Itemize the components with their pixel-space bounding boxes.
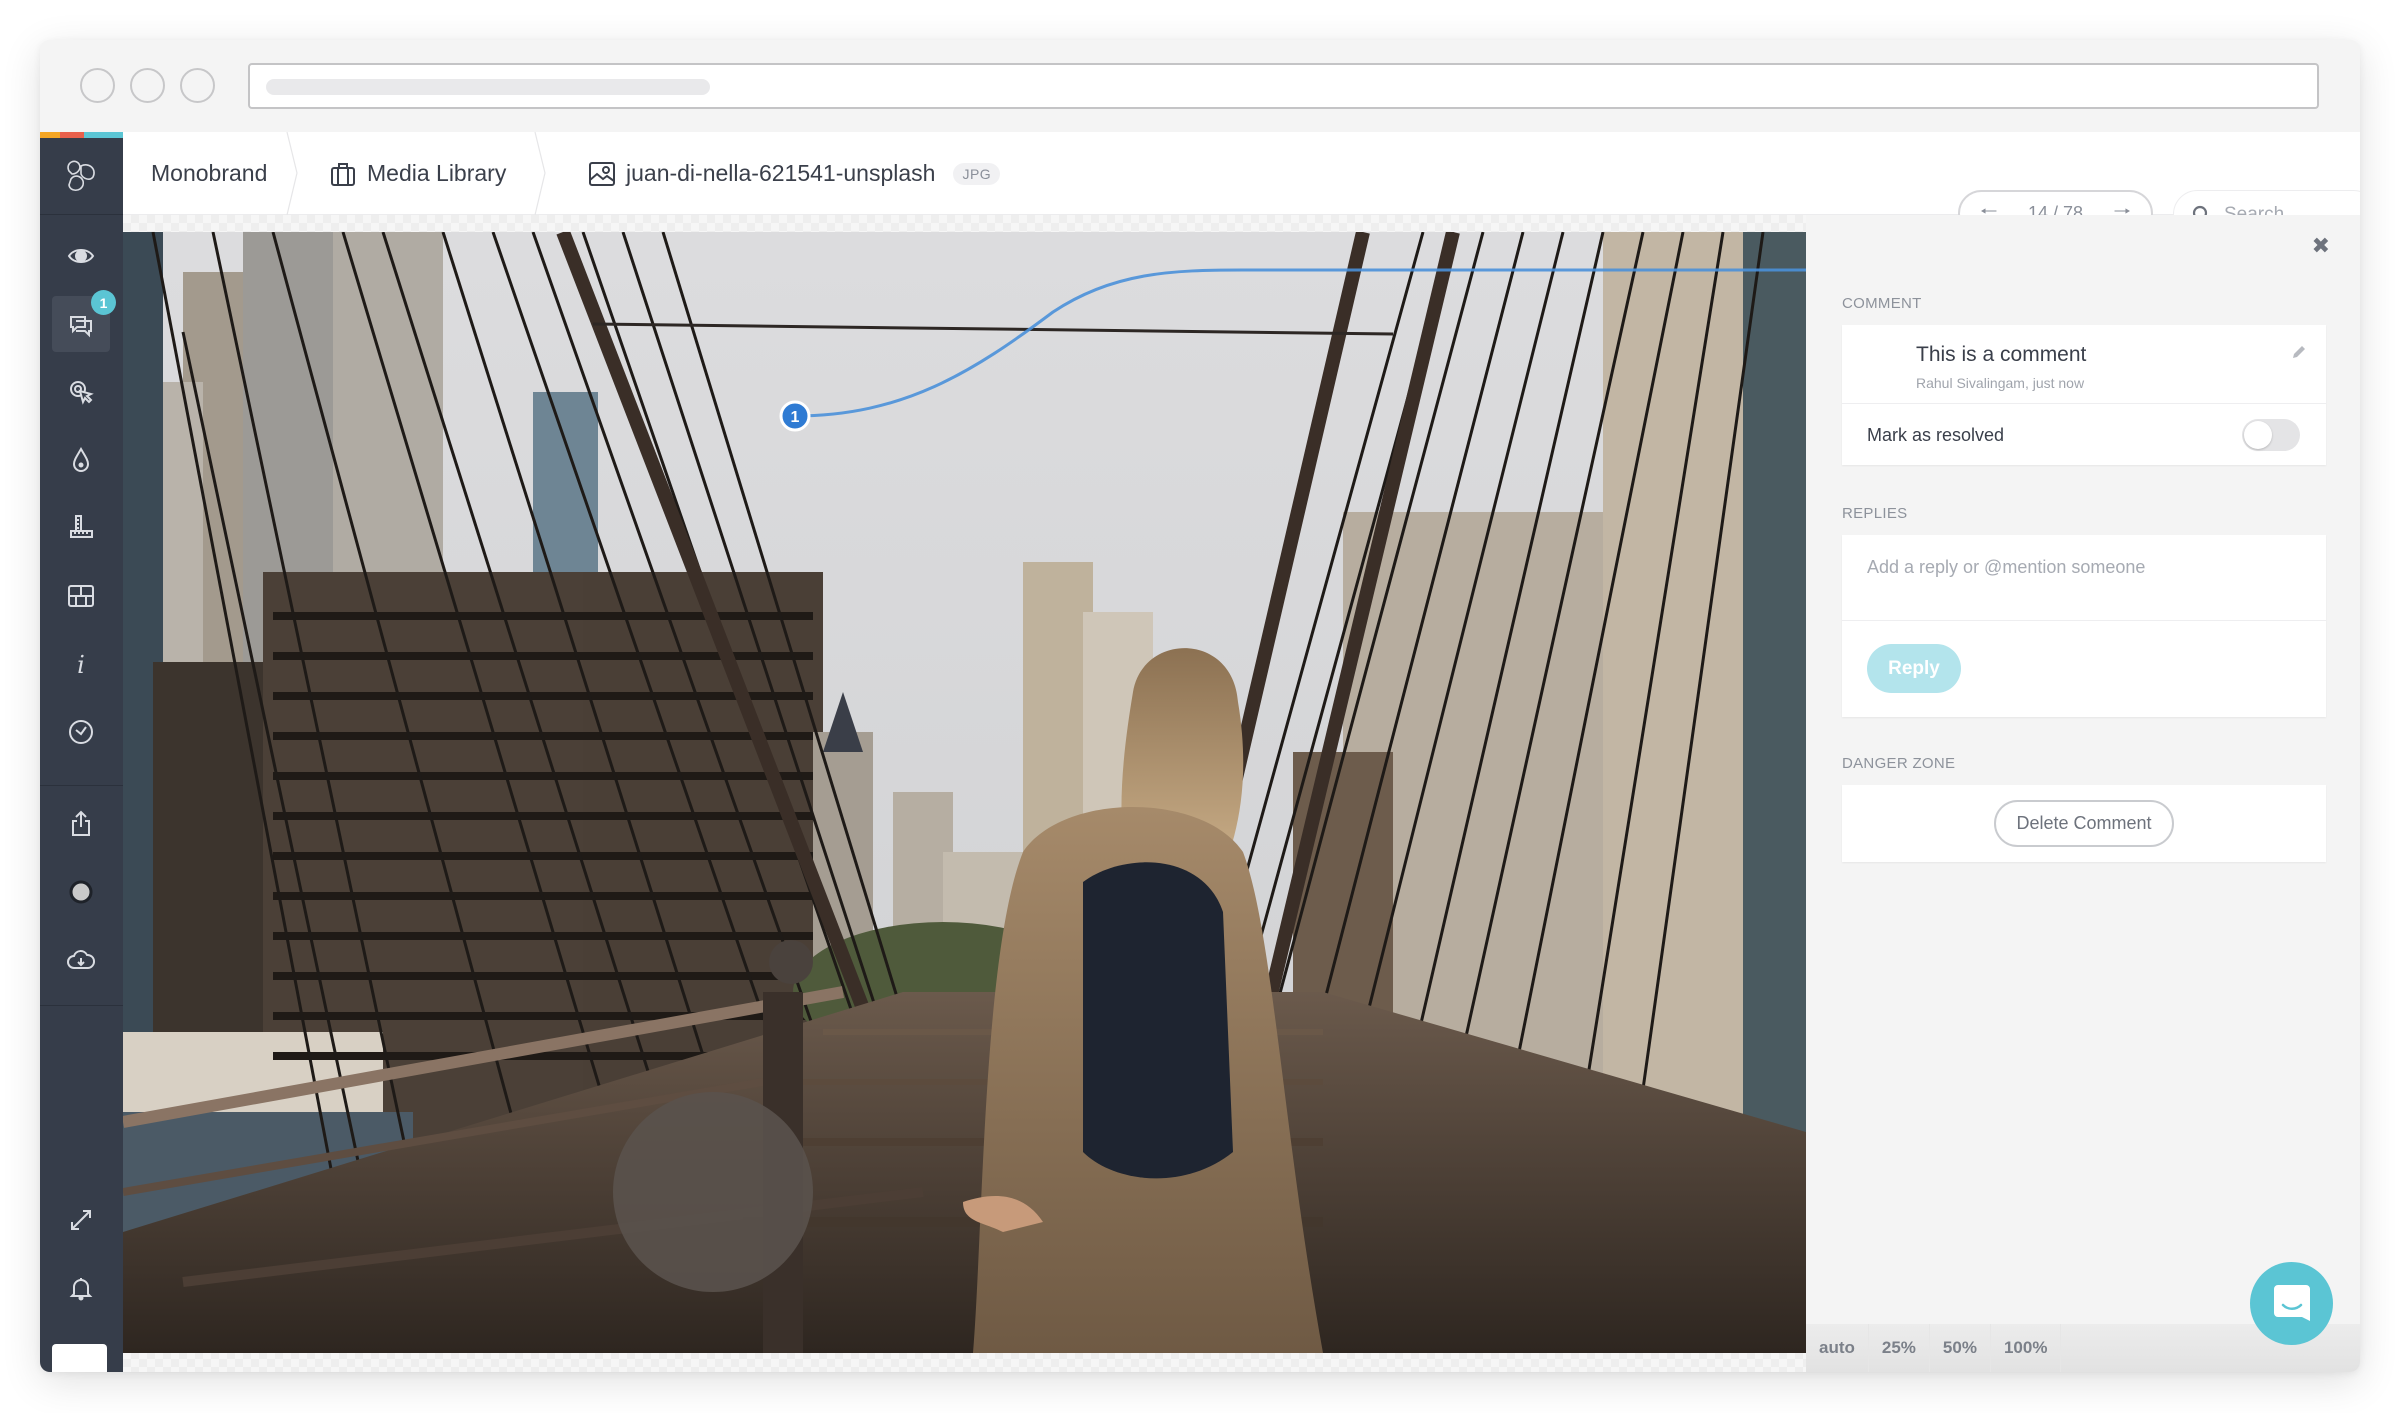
sidebar-item-measure[interactable] [52,500,110,556]
cloud-download-icon [67,950,95,969]
edit-pencil-icon[interactable] [2290,343,2308,361]
ruler-icon [70,515,93,538]
sidebar-item-notifications[interactable] [52,1260,110,1316]
user-avatar[interactable] [52,1344,107,1372]
preview-image[interactable]: 1 [123,232,1806,1353]
comment-card: This is a comment Rahul Sivalingam, just… [1842,325,2326,465]
svg-text:i: i [77,651,85,679]
delete-comment-button[interactable]: Delete Comment [1994,800,2174,847]
window-close-button[interactable] [80,68,115,103]
clock-icon [69,720,93,744]
reply-button[interactable]: Reply [1867,644,1961,693]
comment-meta: Rahul Sivalingam, just now [1916,375,2085,391]
sidebar-item-colors[interactable] [52,432,110,488]
expand-icon [71,1210,91,1230]
window-maximize-button[interactable] [180,68,215,103]
briefcase-icon [331,162,355,186]
window-minimize-button[interactable] [130,68,165,103]
comment-section-label: COMMENT [1842,295,1922,312]
zoom-100[interactable]: 100% [1991,1324,2062,1372]
browser-window: 1 i Monobrand Media Library juan-di-nell… [40,40,2360,1372]
zoom-auto[interactable]: auto [1806,1324,1869,1372]
breadcrumb-separator [534,132,546,215]
sidebar-item-preview[interactable] [52,228,110,284]
sidebar: 1 i [40,132,123,1372]
layout-grid-icon [68,585,94,607]
sidebar-item-comments[interactable]: 1 [52,290,116,352]
browser-chrome [40,40,2360,132]
breadcrumb-monobrand[interactable]: Monobrand [151,132,267,215]
resolve-toggle[interactable] [2242,419,2300,451]
sidebar-item-hotspot[interactable] [52,364,110,420]
info-icon: i [77,651,85,679]
replies-section-label: REPLIES [1842,505,1908,522]
app-logo[interactable] [40,138,123,215]
breadcrumb-label: Media Library [367,160,507,186]
bridge-photo: 1 [123,232,1806,1353]
sidebar-item-record[interactable] [52,864,110,920]
sidebar-item-info[interactable]: i [52,636,110,692]
sidebar-divider [40,1005,123,1006]
comment-text: This is a comment [1916,343,2087,366]
reply-input[interactable] [1842,535,2326,621]
share-icon [72,810,90,836]
comments-icon [70,316,92,338]
top-header: Monobrand Media Library juan-di-nella-62… [123,132,2360,239]
droplet-icon [72,446,90,472]
breadcrumb-separator [286,132,298,215]
chat-icon [2273,1284,2310,1321]
resolve-label: Mark as resolved [1867,425,2005,445]
pointer-target-icon [70,381,94,405]
file-type-badge: JPG [953,162,1001,185]
sidebar-item-fullscreen[interactable] [52,1192,110,1248]
close-panel-button[interactable]: ✖ [2312,233,2330,259]
zoom-50[interactable]: 50% [1930,1324,1991,1372]
address-bar[interactable] [248,63,2319,109]
sidebar-item-share[interactable] [52,796,110,852]
address-placeholder [266,79,710,95]
bell-icon [69,1278,93,1301]
image-icon [589,161,615,186]
sidebar-item-history[interactable] [52,704,110,760]
sidebar-divider [40,785,123,786]
reply-card: Reply [1842,535,2326,717]
comments-badge: 1 [91,290,116,315]
comment-panel: ✖ COMMENT This is a comment Rahul Sivali… [1806,215,2360,1372]
logo-icon [66,160,95,192]
eye-icon [67,249,95,263]
breadcrumb-label: juan-di-nella-621541-unsplash [626,160,936,186]
breadcrumb-media-library[interactable]: Media Library [329,132,506,215]
danger-zone-label: DANGER ZONE [1842,755,1956,772]
chat-widget-button[interactable] [2250,1262,2333,1345]
sidebar-item-layout[interactable] [52,568,110,624]
danger-zone-card: Delete Comment [1842,785,2326,862]
toggle-knob [2244,421,2272,449]
annotation-pin[interactable]: 1 [779,400,811,432]
breadcrumb-label: Monobrand [151,160,268,186]
annotation-pin-number: 1 [791,409,800,426]
zoom-25[interactable]: 25% [1869,1324,1930,1372]
image-canvas: 1 [123,215,1806,1372]
breadcrumb-file[interactable]: juan-di-nella-621541-unsplash JPG [588,132,1001,215]
resolve-row: Mark as resolved [1842,403,2326,465]
record-icon [69,880,93,904]
sidebar-item-download[interactable] [52,932,110,988]
